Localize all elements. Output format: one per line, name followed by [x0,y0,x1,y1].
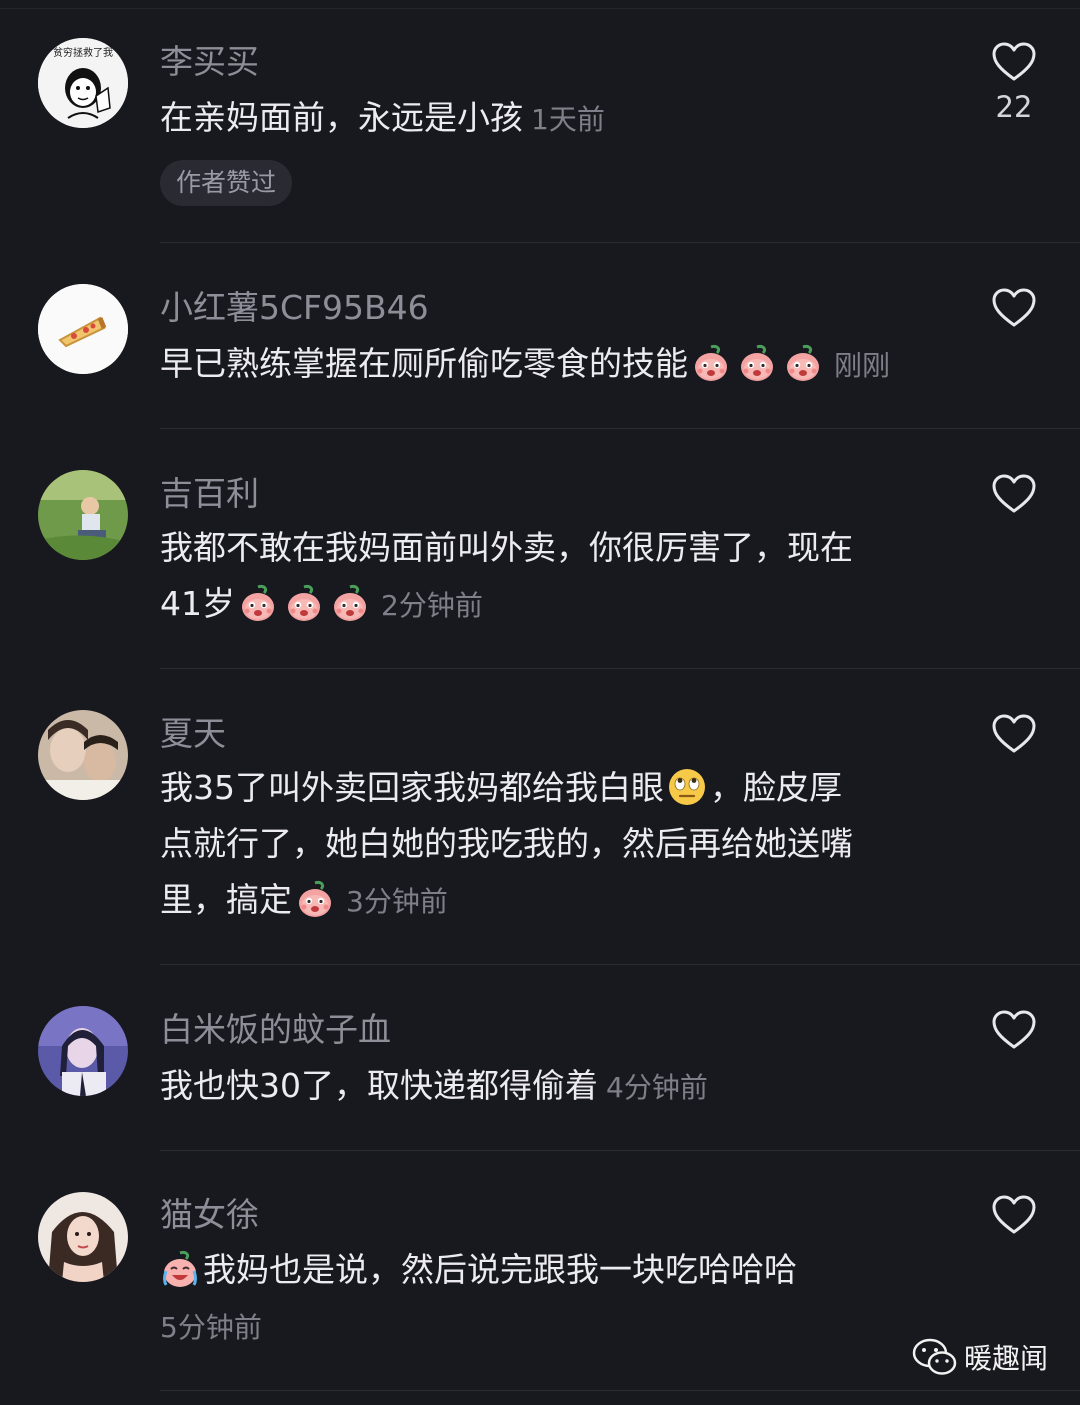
comment-body: 早已熟练掌握在厕所偷吃零食的技能 [160,344,688,383]
watermark: 暖趣闻 [912,1335,1048,1379]
comment-time: 3分钟前 [346,885,448,918]
like-button[interactable] [990,1010,1038,1050]
divider [160,668,1080,669]
comment-text: 我妈也是说，然后说完跟我一块吃哈哈哈 5分钟前 [160,1242,940,1356]
avatar[interactable] [38,470,128,560]
username[interactable]: 李买买 [160,42,259,82]
peach-emoji-icon [284,583,324,623]
divider [160,1390,1080,1391]
comment-time: 5分钟前 [160,1311,262,1344]
comment-text: 在亲妈面前，永远是小孩 1天前 [160,90,940,148]
avatar[interactable] [38,1192,128,1282]
divider [160,964,1080,965]
comment-body-line: 我妈也是说，然后说完跟我一块吃哈哈哈 [160,1242,940,1298]
peach-emoji-icon [783,343,823,383]
comment-body-line: 我35了叫外卖回家我妈都给我白眼 ，脸皮厚 [160,760,940,816]
divider [160,242,1080,243]
divider [160,1150,1080,1151]
comment-time: 刚刚 [834,349,891,382]
comment-body: 我也快30了，取快递都得偷着 [160,1066,598,1105]
comment-body-line: 里，搞定 3分钟前 [160,872,940,930]
laugh-cry-emoji-icon [160,1249,200,1289]
comment-body-line: 41岁 2分钟前 [160,576,940,634]
peach-emoji-icon [691,343,731,383]
comment-time: 1天前 [531,103,605,136]
peach-emoji-icon [737,343,777,383]
comment-time: 4分钟前 [606,1071,708,1104]
peach-emoji-icon [295,879,335,919]
comment-body: 我妈也是说，然后说完跟我一块吃哈哈哈 [203,1250,797,1289]
peach-emoji-icon [238,583,278,623]
avatar[interactable]: 贫穷拯救了我 [38,38,128,128]
comment-time: 2分钟前 [381,589,483,622]
divider [160,428,1080,429]
heart-icon [992,288,1036,328]
username[interactable]: 夏天 [160,714,226,754]
like-button[interactable] [990,474,1038,514]
avatar[interactable] [38,710,128,800]
avatar-caption: 贫穷拯救了我 [53,46,113,59]
author-liked-badge: 作者赞过 [160,160,293,206]
like-button[interactable] [990,1195,1038,1235]
username[interactable]: 小红薯5CF95B46 [160,288,429,328]
eye-roll-emoji-icon [667,767,707,807]
comment-body-line: 我都不敢在我妈面前叫外卖，你很厉害了，现在 [160,528,853,567]
username[interactable]: 猫女徐 [160,1195,259,1235]
like-button[interactable] [990,714,1038,754]
comment-body: ，脸皮厚 [710,768,842,807]
username[interactable]: 白米饭的蚊子血 [160,1010,391,1050]
comment-body: 我35了叫外卖回家我妈都给我白眼 [160,768,664,807]
comment-text: 我35了叫外卖回家我妈都给我白眼 ，脸皮厚 点就行了，她白她的我吃我的，然后再给她… [160,760,940,930]
top-divider [0,8,1080,9]
heart-icon [992,474,1036,514]
like-button[interactable]: 22 [990,42,1038,124]
wechat-icon [912,1338,957,1375]
comment-text: 我都不敢在我妈面前叫外卖，你很厉害了，现在 41岁 2分钟前 [160,520,940,634]
avatar[interactable] [38,284,128,374]
heart-icon [992,42,1036,82]
comment-text: 我也快30了，取快递都得偷着 4分钟前 [160,1058,940,1116]
heart-icon [992,1195,1036,1235]
comment-body: 41岁 [160,584,235,623]
comment-body-line: 点就行了，她白她的我吃我的，然后再给她送嘴 [160,824,853,863]
watermark-label: 暖趣闻 [964,1342,1049,1375]
comment-body: 在亲妈面前，永远是小孩 [160,98,523,137]
comment-text: 早已熟练掌握在厕所偷吃零食的技能 刚刚 [160,336,940,394]
comment-body: 里，搞定 [160,880,292,919]
heart-icon [992,714,1036,754]
heart-icon [992,1010,1036,1050]
like-count: 22 [995,90,1033,124]
like-button[interactable] [990,288,1038,328]
avatar[interactable] [38,1006,128,1096]
username[interactable]: 吉百利 [160,474,259,514]
peach-emoji-icon [330,583,370,623]
comment-body-line: 5分钟前 [160,1298,940,1356]
